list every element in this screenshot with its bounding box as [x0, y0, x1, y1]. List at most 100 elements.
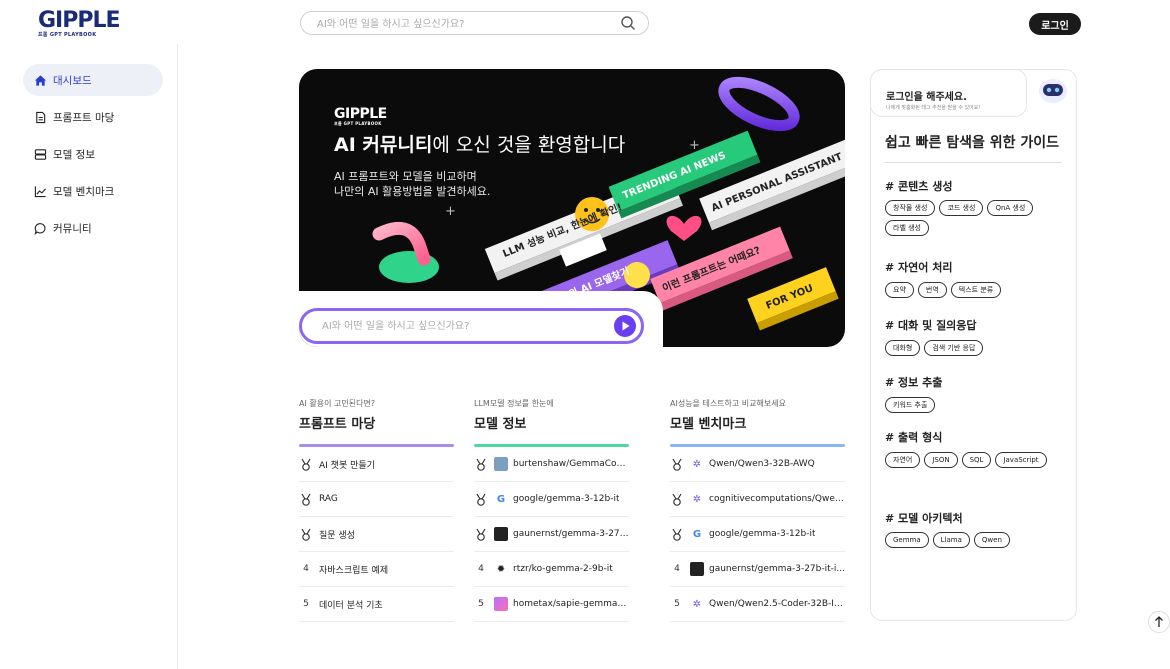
sidebar-item-dashboard[interactable]: 대시보드: [23, 64, 163, 96]
tag-chip[interactable]: 자연어: [885, 452, 921, 468]
hero-title-rest: 에 오신 것을 환영합니다: [432, 134, 626, 156]
list-item[interactable]: gaunernst/gemma-3-27b-it-i...: [474, 517, 629, 552]
tag-chip[interactable]: JSON: [924, 452, 958, 468]
qwen-logo-icon: ✲: [692, 458, 702, 470]
sidebar-item-model-info[interactable]: 모델 정보: [23, 138, 163, 170]
medal-icon: [672, 528, 682, 541]
list-item[interactable]: 4 gaunernst/gemma-3-27b-it-i...: [670, 552, 845, 587]
qwen-logo-icon: ✲: [692, 598, 702, 610]
rank-medal: [670, 458, 684, 471]
tag-chip-group: 창작물 생성 코드 생성 QnA 생성라벨 생성: [885, 200, 1065, 236]
hero-search-input[interactable]: [322, 311, 602, 341]
sidebar-item-community[interactable]: 커뮤니티: [23, 212, 163, 244]
list-item[interactable]: RAG: [299, 482, 454, 517]
tag-chip[interactable]: 대화형: [885, 340, 921, 356]
rank-medal: [474, 493, 488, 506]
rank-number: 4: [303, 564, 309, 574]
guide-title: 쉽고 빠른 탐색을 위한 가이드: [885, 135, 1060, 151]
rank-medal: [474, 458, 488, 471]
list-item[interactable]: 질문 생성: [299, 517, 454, 552]
list-item[interactable]: burtenshaw/GemmaCoder3-...: [474, 447, 629, 482]
list-item[interactable]: 5 ✲ Qwen/Qwen2.5-Coder-32B-In...: [670, 587, 845, 622]
rank-medal: [299, 493, 313, 506]
medal-icon: [672, 493, 682, 506]
medal-icon: [301, 458, 311, 471]
list-item-label: Qwen/Qwen3-32B-AWQ: [709, 459, 815, 469]
list-item[interactable]: 5 데이터 분석 기초: [299, 587, 454, 622]
top-search-bar: [300, 11, 649, 36]
tag-chip[interactable]: 번역: [917, 282, 947, 298]
list-item[interactable]: Ggoogle/gemma-3-12b-it: [474, 482, 629, 517]
sidebar-item-prompt[interactable]: 프롬프트 마당: [23, 101, 163, 133]
sidebar-item-label: 모델 벤치마크: [53, 185, 115, 198]
tag-chip[interactable]: 검색 기반 응답: [924, 340, 984, 356]
column-heading[interactable]: 모델 정보: [474, 413, 629, 432]
tag-chip[interactable]: Qwen: [973, 532, 1010, 548]
login-card[interactable]: 로그인을 해주세요. 나에게 맞춤화된 태그 추천을 받을 수 있어요!: [870, 69, 1027, 117]
tag-chip[interactable]: Llama: [932, 532, 970, 548]
sidebar-item-label: 프롬프트 마당: [53, 111, 115, 124]
tag-chip[interactable]: 텍스트 분류: [950, 282, 1002, 298]
robot-icon: [1039, 79, 1067, 103]
tag-chip[interactable]: JavaScript: [995, 452, 1047, 468]
medal-icon: [301, 528, 311, 541]
list-item-label: hometax/sapie-gemma2-9B...: [513, 599, 629, 609]
medal-icon: [476, 458, 486, 471]
list-item[interactable]: 4 자바스크립트 예제: [299, 552, 454, 587]
gear-logo-icon: ✹: [496, 563, 506, 575]
guide-section-title: # 모델 아키텍처: [885, 512, 963, 525]
list-item-label: AI 챗봇 만들기: [319, 460, 375, 471]
list-item[interactable]: ✲ cognitivecomputations/Qwen...: [670, 482, 845, 517]
google-logo-icon: G: [496, 493, 506, 505]
tag-chip[interactable]: 코드 생성: [939, 200, 984, 216]
sidebar-item-benchmark[interactable]: 모델 벤치마크: [23, 175, 163, 207]
login-button[interactable]: 로그인: [1029, 13, 1081, 35]
tag-chip[interactable]: QnA 생성: [987, 200, 1034, 216]
guide-section-title: # 자연어 처리: [885, 261, 953, 274]
rank-medal: [670, 528, 684, 541]
list-item-label: 자바스크립트 예제: [319, 565, 389, 576]
tag-chip-group: 자연어 JSON SQL JavaScript: [885, 452, 1065, 468]
column-subtitle: AI성능을 테스트하고 비교해보세요: [670, 399, 786, 408]
column-heading[interactable]: 모델 벤치마크: [670, 413, 845, 432]
guide-section-title: # 정보 추출: [885, 376, 943, 389]
hero-title: AI 커뮤니티에 오신 것을 환영합니다: [334, 130, 625, 157]
list-item[interactable]: 5 hometax/sapie-gemma2-9B...: [474, 587, 629, 622]
tag-chip[interactable]: SQL: [961, 452, 992, 468]
list-item-label: 질문 생성: [319, 530, 355, 541]
top-search-input[interactable]: [317, 13, 617, 36]
play-icon: [622, 321, 630, 331]
tag-chip[interactable]: 창작물 생성: [885, 200, 936, 216]
list-item-label: gaunernst/gemma-3-27b-it-i...: [513, 529, 629, 539]
hero-banner: LLM 성능 비교, 한눈에 확인! TRENDING AI NEWS AI P…: [299, 69, 845, 347]
send-button[interactable]: [614, 315, 636, 337]
guide-section-title: # 콘텐츠 생성: [885, 180, 953, 193]
list-item-label: burtenshaw/GemmaCoder3-...: [513, 459, 629, 469]
search-icon[interactable]: [620, 15, 636, 31]
chart-icon: [34, 185, 47, 197]
guide-section-title: # 출력 형식: [885, 431, 943, 444]
tag-chip-group: 키워드 추출: [885, 397, 1065, 413]
rank-medal: [299, 458, 313, 471]
tag-chip[interactable]: 요약: [885, 282, 914, 298]
list-item-label: Qwen/Qwen2.5-Coder-32B-In...: [709, 599, 845, 609]
tag-chip[interactable]: Gemma: [885, 532, 929, 548]
prompt-column: AI 활용이 고민된다면? 프롬프트 마당 AI 챗봇 만들기 RAG 질문 생성 4…: [299, 398, 454, 622]
tag-chip[interactable]: 라벨 생성: [885, 220, 929, 236]
list-item-label: rtzr/ko-gemma-2-9b-it: [513, 564, 613, 574]
tag-chip[interactable]: 키워드 추출: [885, 397, 936, 413]
column-heading[interactable]: 프롬프트 마당: [299, 413, 454, 432]
rank-medal: [670, 493, 684, 506]
tag-chip-group: 요약 번역 텍스트 분류: [885, 282, 1065, 298]
list-item[interactable]: 4 ✹ rtzr/ko-gemma-2-9b-it: [474, 552, 629, 587]
list-item[interactable]: ✲ Qwen/Qwen3-32B-AWQ: [670, 447, 845, 482]
list-item[interactable]: AI 챗봇 만들기: [299, 447, 454, 482]
scroll-to-top-button[interactable]: [1148, 611, 1170, 633]
hero-desc-line: AI 프롬프트와 모델을 비교하며: [334, 170, 477, 183]
hero-logo-subtext: 프롬 GPT PLAYBOOK: [334, 121, 382, 126]
sidebar: 대시보드 프롬프트 마당 모델 정보 모델 벤치마크 커뮤니티: [0, 44, 178, 669]
hero-desc-line: 나만의 AI 활용방법을 발견하세요.: [334, 185, 491, 198]
hero-description: AI 프롬프트와 모델을 비교하며 나만의 AI 활용방법을 발견하세요.: [334, 169, 490, 199]
logo[interactable]: GIPPLE 프롬 GPT PLAYBOOK: [38, 10, 121, 39]
list-item[interactable]: Ggoogle/gemma-3-12b-it: [670, 517, 845, 552]
